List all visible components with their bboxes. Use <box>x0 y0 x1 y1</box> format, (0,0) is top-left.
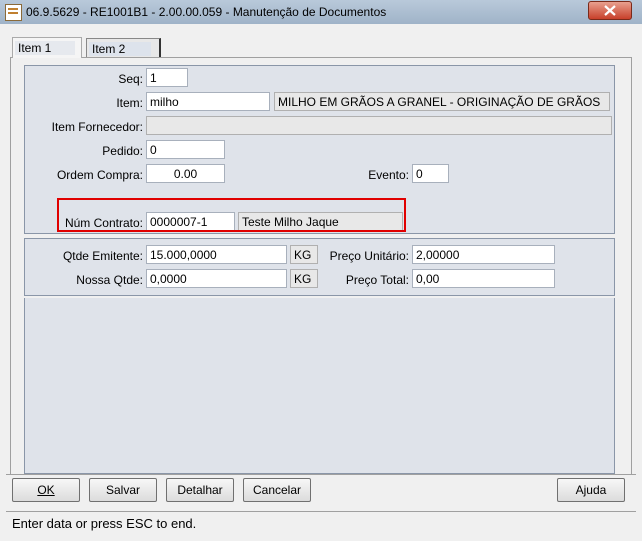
close-icon <box>604 5 616 16</box>
preco-total-field[interactable]: 0,00 <box>412 269 555 288</box>
evento-label: Evento: <box>368 168 409 182</box>
evento-field[interactable]: 0 <box>412 164 449 183</box>
nossa-qtde-label: Nossa Qtde: <box>76 273 143 287</box>
preco-unitario-label: Preço Unitário: <box>329 249 409 263</box>
ok-button-label: OK <box>37 483 55 497</box>
ok-button[interactable]: OK <box>12 478 80 502</box>
highlight-box <box>57 198 406 232</box>
item-description: MILHO EM GRÃOS A GRANEL - ORIGINAÇÃO DE … <box>274 92 610 111</box>
item-fornecedor-field[interactable] <box>146 116 612 135</box>
status-bar: Enter data or press ESC to end. <box>6 511 636 534</box>
seq-label: Seq: <box>118 72 143 86</box>
ajuda-button[interactable]: Ajuda <box>557 478 625 502</box>
detalhar-button-label: Detalhar <box>177 483 223 497</box>
ordem-compra-field[interactable]: 0.00 <box>146 164 225 183</box>
close-button[interactable] <box>588 1 632 20</box>
title-bar[interactable]: 06.9.5629 - RE1001B1 - 2.00.00.059 - Man… <box>0 0 642 24</box>
item-label: Item: <box>116 96 143 110</box>
salvar-button[interactable]: Salvar <box>89 478 157 502</box>
app-window: 06.9.5629 - RE1001B1 - 2.00.00.059 - Man… <box>0 0 642 541</box>
tab-item-1-label: Item 1 <box>18 41 52 55</box>
empty-panel <box>24 298 615 474</box>
app-icon <box>5 4 22 21</box>
item-fornecedor-label: Item Fornecedor: <box>51 120 143 134</box>
ordem-compra-label: Ordem Compra: <box>56 168 143 182</box>
tab-item-2-label: Item 2 <box>92 42 126 56</box>
window-title: 06.9.5629 - RE1001B1 - 2.00.00.059 - Man… <box>26 5 387 19</box>
cancelar-button-label: Cancelar <box>252 483 302 497</box>
tab-page: Seq: 1 Item: milho MILHO EM GRÃOS A GRAN… <box>10 57 632 479</box>
qtde-emitente-label: Qtde Emitente: <box>62 249 143 263</box>
preco-unitario-field[interactable]: 2,00000 <box>412 245 555 264</box>
salvar-button-label: Salvar <box>105 483 140 497</box>
pedido-field[interactable]: 0 <box>146 140 225 159</box>
ajuda-button-label: Ajuda <box>575 483 607 497</box>
tab-item-2[interactable]: Item 2 <box>86 38 161 59</box>
tab-item-1[interactable]: Item 1 <box>12 37 82 58</box>
detalhar-button[interactable]: Detalhar <box>166 478 234 502</box>
status-text: Enter data or press ESC to end. <box>12 516 197 531</box>
item-field[interactable]: milho <box>146 92 270 111</box>
pedido-label: Pedido: <box>102 144 143 158</box>
qtde-emitente-field[interactable]: 15.000,0000 <box>146 245 287 264</box>
quantity-panel: Qtde Emitente: 15.000,0000 KG Preço Unit… <box>24 238 615 296</box>
seq-field[interactable]: 1 <box>146 68 188 87</box>
nossa-qtde-field[interactable]: 0,0000 <box>146 269 287 288</box>
preco-total-label: Preço Total: <box>345 273 409 287</box>
cancelar-button[interactable]: Cancelar <box>243 478 311 502</box>
client-area: Item 2 Item 1 Seq: 1 Item: milho MILHO E… <box>6 24 636 535</box>
